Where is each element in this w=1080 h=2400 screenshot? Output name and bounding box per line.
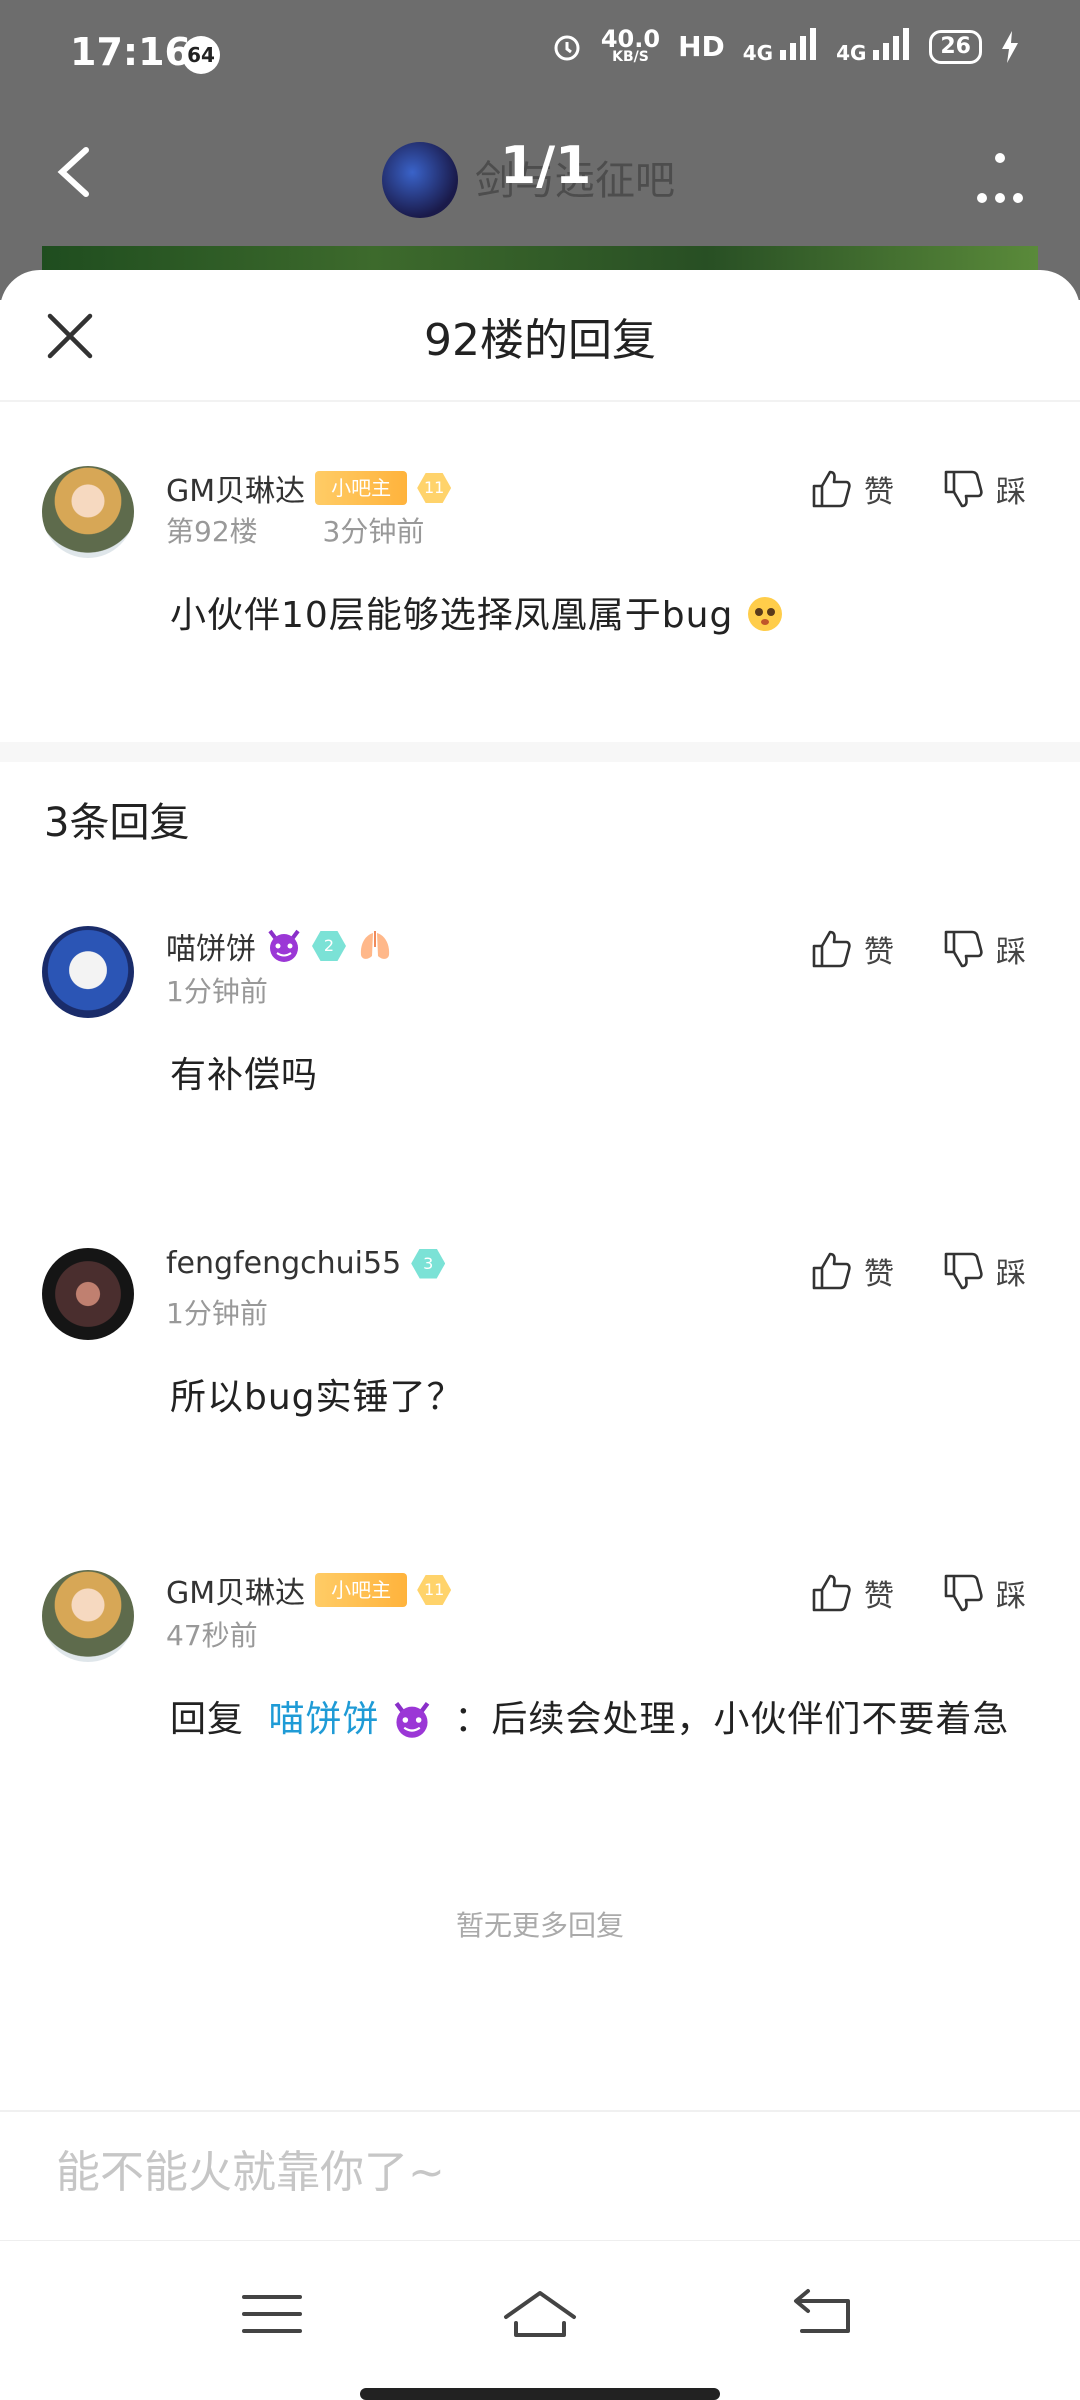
hd-indicator: HD [678,30,725,63]
username[interactable]: GM贝琳达 [166,466,305,510]
page-counter: 1/1 [500,136,592,196]
status-time: 17:16 [70,30,191,74]
like-label: 赞 [864,475,894,510]
avatar[interactable] [42,1570,134,1662]
dislike-label: 踩 [996,1257,1026,1292]
screen: 17:16 64 40.0KB/S HD 4G 4G 26 剑与远征吧 1/1 [0,0,1080,2400]
vote-actions: 赞 踩 [808,1248,1026,1294]
signal-bars-icon [780,28,818,60]
back-arrow-icon[interactable] [48,142,108,202]
dislike-button[interactable]: 踩 [940,466,1026,512]
status-indicators: 40.0 KB/S HD 4G 4G 26 [551,28,1020,65]
moderator-tag: 小吧主 [315,1573,408,1607]
thumbs-down-icon [944,470,983,508]
mention-link[interactable]: 喵饼饼 [268,1699,444,1740]
vote-actions: 赞 踩 [808,1570,1026,1616]
charging-icon [1002,30,1018,63]
sheet-title: 92楼的回复 [424,315,656,366]
username[interactable]: GM贝琳达 [166,1568,305,1612]
lung-badge-icon [360,931,390,959]
comment-time: 3分钟前 [322,515,425,548]
more-options-icon[interactable] [970,148,1030,208]
signal-1: 4G [743,28,818,65]
comment-content[interactable]: 小伙伴10层能够选择凤凰属于bug [170,586,784,638]
reply-prefix: 回复 [170,1699,245,1740]
like-button[interactable]: 赞 [808,1248,894,1294]
moderator-tag: 小吧主 [315,471,408,505]
comment-time: 1分钟前 [166,975,268,1008]
shy-emoji-icon [747,597,782,631]
level-badge: 11 [417,1575,452,1605]
level-badge: 3 [411,1248,446,1279]
like-label: 赞 [864,935,894,970]
thumbs-up-icon [812,470,851,508]
comment-input[interactable] [54,2146,1018,2199]
vote-actions: 赞 踩 [808,926,1026,972]
name-row: fengfengchui55 3 [166,1246,446,1281]
gesture-bar[interactable] [360,2388,720,2400]
dislike-label: 踩 [996,1579,1026,1614]
like-button[interactable]: 赞 [808,1570,894,1616]
alarm-icon [554,35,580,60]
home-icon[interactable] [500,2279,580,2349]
thumbs-up-icon [812,1252,851,1290]
section-separator [0,742,1080,762]
vote-actions: 赞 踩 [808,466,1026,512]
sheet-header: 92楼的回复 [0,270,1080,402]
dislike-label: 踩 [996,475,1026,510]
comment-content[interactable]: 有补偿吗 [170,1046,318,1098]
reply-sheet: 92楼的回复 GM贝琳达 小吧主 11 第92楼 3分钟前 赞 踩 小伙伴10层… [0,270,1080,2110]
thumbs-up-icon [812,930,851,968]
avatar[interactable] [42,466,134,558]
thumbs-up-icon [812,1574,851,1612]
comment-content[interactable]: 所以bug实锤了？ [170,1368,464,1420]
like-button[interactable]: 赞 [808,466,894,512]
signal-bars-icon [873,28,911,60]
back-icon[interactable] [782,2279,862,2349]
reply-text: ：后续会处理，小伙伴们不要着急 [454,1699,1010,1740]
devil-emoji-icon [268,929,300,962]
floor-number: 第92楼 [166,515,258,548]
name-row: GM贝琳达 小吧主 11 [166,466,452,510]
username[interactable]: fengfengchui55 [166,1246,401,1281]
avatar[interactable] [42,1248,134,1340]
dislike-label: 踩 [996,935,1026,970]
forum-avatar[interactable] [382,142,458,218]
comment-meta: 第92楼 3分钟前 [166,510,424,550]
thumbs-down-icon [944,1574,983,1612]
comment-time: 47秒前 [166,1619,258,1652]
notification-badge: 64 [182,36,220,74]
thumbs-down-icon [944,930,983,968]
signal-2: 4G [836,28,911,65]
page-header: 剑与远征吧 1/1 [0,120,1080,230]
battery-indicator: 26 [929,29,982,64]
name-row: 喵饼饼 2 [166,924,394,968]
like-button[interactable]: 赞 [808,926,894,972]
devil-emoji-icon [394,1702,430,1738]
system-nav-bar [0,2240,1080,2400]
username[interactable]: 喵饼饼 [166,924,256,968]
level-badge: 2 [312,931,346,961]
reply-count: 3条回复 [44,800,190,846]
like-label: 赞 [864,1579,894,1614]
avatar[interactable] [42,926,134,1018]
name-row: GM贝琳达 小吧主 11 [166,1568,452,1612]
dislike-button[interactable]: 踩 [940,1248,1026,1294]
thumbs-down-icon [944,1252,983,1290]
like-label: 赞 [864,1257,894,1292]
comment-time: 1分钟前 [166,1297,268,1330]
comment-content[interactable]: 回复 喵饼饼 ：后续会处理，小伙伴们不要着急 [170,1690,1009,1742]
status-bar: 17:16 64 40.0 KB/S HD 4G 4G 26 [0,0,1080,110]
no-more-replies: 暂无更多回复 [455,1909,624,1942]
dislike-button[interactable]: 踩 [940,1570,1026,1616]
level-badge: 11 [417,473,452,503]
menu-icon[interactable] [232,2279,312,2349]
comment-input-bar [0,2110,1080,2242]
dislike-button[interactable]: 踩 [940,926,1026,972]
net-speed: 40.0 KB/S [600,25,661,66]
